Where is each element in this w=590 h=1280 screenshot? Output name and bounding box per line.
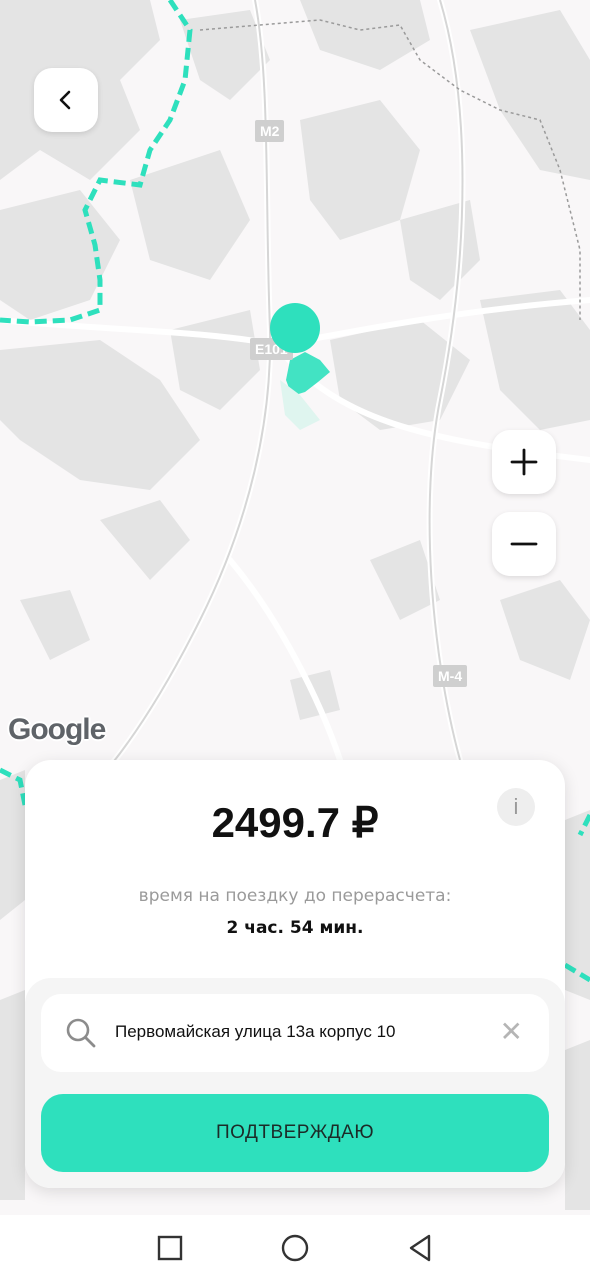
circle-icon[interactable] [280,1233,310,1263]
confirm-button[interactable]: ПОДТВЕРЖДАЮ [41,1094,549,1172]
road-label-m4: M-4 [433,665,468,687]
plus-icon [510,448,538,476]
chevron-left-icon [59,90,71,110]
zoom-out-button[interactable] [492,512,556,576]
road-label-m2: M2 [255,120,285,142]
google-attribution: Google [8,713,106,746]
minus-icon [510,542,538,546]
zoom-in-button[interactable] [492,430,556,494]
system-nav-bar [0,1215,590,1280]
search-icon [66,1018,96,1048]
location-marker[interactable] [270,303,320,353]
trip-price: 2499.7 ₽ [211,799,379,846]
back-button[interactable] [34,68,98,132]
clear-icon[interactable]: ✕ [500,1018,523,1046]
time-label: время на поездку до перерасчета: [138,886,452,906]
trip-sheet: i 2499.7 ₽ время на поездку до перерасче… [25,760,565,1188]
triangle-back-icon[interactable] [405,1233,435,1263]
address-panel: Первомайская улица 13а корпус 10 ✕ ПОДТВ… [25,978,565,1188]
address-search-field[interactable]: Первомайская улица 13а корпус 10 ✕ [41,994,549,1072]
time-value: 2 час. 54 мин. [226,918,364,938]
address-value[interactable]: Первомайская улица 13а корпус 10 [115,1022,395,1042]
square-icon[interactable] [155,1233,185,1263]
